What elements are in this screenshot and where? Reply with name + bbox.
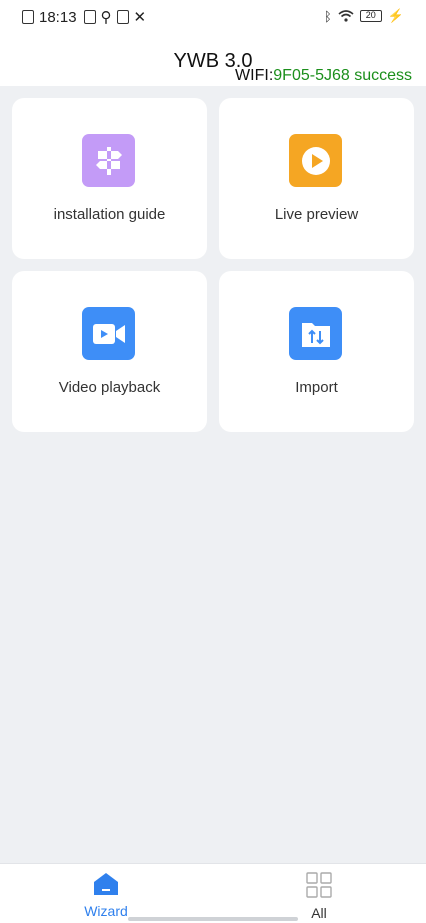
tile-import[interactable]: Import	[219, 271, 414, 432]
wifi-status-label: WIFI:	[235, 67, 274, 84]
status-time: 18:13	[39, 8, 77, 26]
status-bar: 18:13 ⚲ ✕ ᛒ 20 ⚡	[0, 0, 426, 34]
video-camera-icon	[82, 307, 135, 360]
nav-item-all[interactable]: All	[269, 872, 369, 921]
tile-live-preview-label: Live preview	[274, 206, 359, 223]
status-bar-right: ᛒ 20 ⚡	[324, 8, 404, 24]
tile-installation-guide[interactable]: installation guide	[12, 98, 207, 259]
wifi-signal-icon	[338, 10, 354, 22]
wifi-status: WIFI:9F05-5J68 success	[235, 67, 412, 85]
home-icon	[94, 873, 118, 895]
tile-video-playback[interactable]: Video playback	[12, 271, 207, 432]
home-indicator[interactable]	[128, 917, 298, 921]
app-header: YWB 3.0 WIFI:9F05-5J68 success	[0, 34, 426, 86]
tile-live-preview[interactable]: Live preview	[219, 98, 414, 259]
status-bar-left: 18:13 ⚲ ✕	[22, 8, 146, 26]
play-icon	[289, 134, 342, 187]
charging-icon: ⚡	[387, 8, 404, 23]
tile-import-label: Import	[295, 379, 338, 396]
tools-icon: ✕	[133, 9, 147, 26]
storage-icon	[116, 10, 129, 24]
sim-card-icon	[22, 10, 34, 24]
folder-import-icon	[289, 307, 342, 360]
signpost-icon	[82, 134, 135, 187]
bluetooth-icon: ᛒ	[324, 8, 332, 24]
bottom-nav: Wizard All	[0, 863, 426, 923]
tile-installation-guide-label: installation guide	[53, 206, 166, 223]
nav-item-wizard[interactable]: Wizard	[56, 872, 156, 919]
notification-icon	[83, 10, 96, 24]
grid-icon	[306, 872, 332, 898]
battery-icon: 20	[359, 10, 382, 22]
usb-icon: ⚲	[100, 9, 112, 26]
tile-video-playback-label: Video playback	[58, 379, 161, 396]
wifi-status-value: 9F05-5J68 success	[273, 67, 412, 84]
